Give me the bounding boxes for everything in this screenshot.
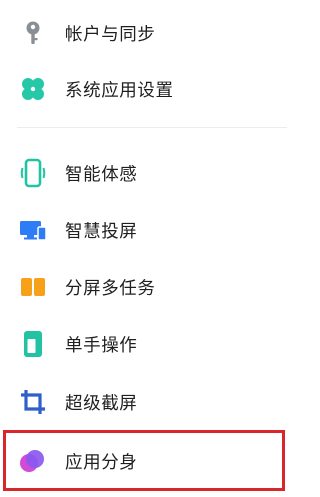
settings-item-system-apps[interactable]: 系统应用设置 bbox=[0, 60, 287, 118]
settings-item-one-hand[interactable]: 单手操作 bbox=[0, 315, 287, 373]
settings-item-label: 系统应用设置 bbox=[65, 80, 174, 101]
apps-grid-icon bbox=[17, 73, 49, 105]
settings-item-smart-motion[interactable]: 智能体感 bbox=[0, 144, 287, 202]
phone-motion-icon bbox=[17, 157, 49, 189]
settings-item-smart-cast[interactable]: 智慧投屏 bbox=[0, 201, 287, 259]
settings-item-label: 智慧投屏 bbox=[65, 221, 138, 242]
settings-item-super-screenshot[interactable]: 超级截屏 bbox=[0, 373, 287, 431]
split-screen-icon bbox=[17, 271, 49, 303]
section-divider bbox=[17, 127, 287, 128]
highlight-box bbox=[3, 430, 285, 491]
settings-item-label: 分屏多任务 bbox=[65, 278, 156, 299]
crop-icon bbox=[17, 386, 49, 418]
settings-screen: 帐户与同步 系统应用设置 智能体感 智慧投屏 分屏多任务 单手操作 超级截屏 应… bbox=[0, 0, 287, 497]
key-icon bbox=[17, 17, 49, 49]
settings-item-split-screen[interactable]: 分屏多任务 bbox=[0, 258, 287, 316]
settings-item-account-sync[interactable]: 帐户与同步 bbox=[0, 4, 287, 62]
screen-cast-icon bbox=[17, 214, 49, 246]
settings-item-label: 单手操作 bbox=[65, 335, 138, 356]
settings-item-label: 超级截屏 bbox=[65, 393, 138, 414]
one-hand-icon bbox=[17, 328, 49, 360]
settings-item-label: 智能体感 bbox=[65, 164, 138, 185]
settings-item-label: 帐户与同步 bbox=[65, 24, 156, 45]
